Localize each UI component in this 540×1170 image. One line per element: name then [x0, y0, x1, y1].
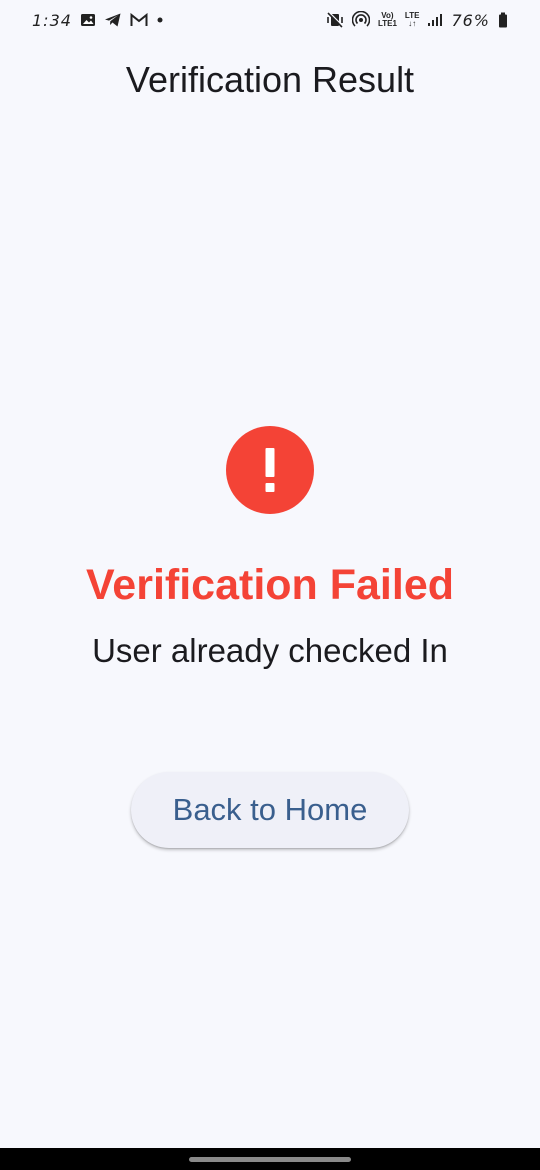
- hotspot-icon: [351, 11, 370, 29]
- page-title: Verification Result: [125, 59, 415, 100]
- back-to-home-button[interactable]: Back to Home: [131, 772, 409, 848]
- battery-percent: 76%: [451, 10, 490, 30]
- dot-icon: [156, 16, 164, 24]
- lte-bottom-label: ↓↑: [408, 19, 417, 28]
- volte-bottom-label: LTE1: [377, 19, 397, 28]
- lte-icon: LTE ↓↑: [405, 12, 420, 28]
- telegram-icon: [104, 13, 122, 27]
- status-bar: 1:34 Vo) LTE1 LTE ↓↑ 76%: [0, 0, 540, 40]
- volte-icon: Vo) LTE1: [378, 12, 397, 28]
- result-message: User already checked In: [92, 632, 448, 669]
- screen: 1:34 Vo) LTE1 LTE ↓↑ 76% Verification Re…: [0, 0, 540, 1170]
- status-left: 1:34: [32, 11, 164, 30]
- app-bar: Verification Result: [0, 52, 540, 108]
- battery-icon: [498, 12, 508, 28]
- result-content: Verification Failed User already checked…: [0, 426, 540, 672]
- exclamation-icon: [265, 448, 275, 492]
- gmail-icon: [130, 13, 148, 27]
- signal-icon: [427, 13, 443, 27]
- status-time: 1:34: [32, 10, 72, 30]
- error-icon: [226, 426, 314, 514]
- vibrate-icon: [326, 12, 344, 28]
- navigation-bar: [0, 1148, 540, 1170]
- gesture-handle[interactable]: [189, 1156, 351, 1162]
- status-right: Vo) LTE1 LTE ↓↑ 76%: [326, 11, 508, 30]
- result-title: Verification Failed: [86, 561, 454, 609]
- gallery-icon: [80, 13, 96, 27]
